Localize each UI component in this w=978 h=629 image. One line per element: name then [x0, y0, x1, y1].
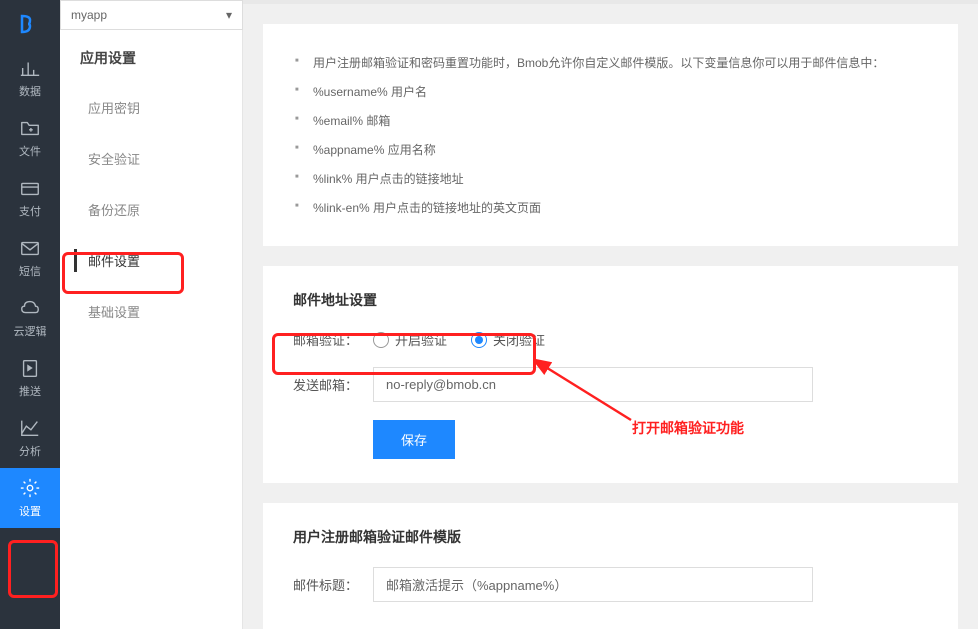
chevron-down-icon: ▾: [226, 8, 232, 22]
gear-icon: [19, 477, 41, 499]
section-title: 用户注册邮箱验证邮件模版: [293, 527, 928, 547]
brand-logo: [0, 0, 60, 48]
nav-label: 支付: [19, 203, 41, 219]
nav-analytics[interactable]: 分析: [0, 408, 60, 468]
nav-label: 设置: [19, 503, 41, 519]
info-line: %appname% 应用名称: [313, 135, 928, 164]
info-line: %username% 用户名: [313, 77, 928, 106]
info-panel: 用户注册邮箱验证和密码重置功能时，Bmob允许你自定义邮件模版。以下变量信息你可…: [263, 24, 958, 246]
nav-data[interactable]: 数据: [0, 48, 60, 108]
nav-label: 数据: [19, 83, 41, 99]
save-button[interactable]: 保存: [373, 420, 455, 459]
info-line: 用户注册邮箱验证和密码重置功能时，Bmob允许你自定义邮件模版。以下变量信息你可…: [313, 48, 928, 77]
nav-push[interactable]: 推送: [0, 348, 60, 408]
template-panel: 用户注册邮箱验证邮件模版 邮件标题：: [263, 503, 958, 629]
send-icon: [19, 357, 41, 379]
radio-enable-verify[interactable]: 开启验证: [373, 330, 447, 349]
verify-label: 邮箱验证：: [293, 330, 373, 349]
nav-label: 推送: [19, 383, 41, 399]
nav-label: 文件: [19, 143, 41, 159]
section-title: 邮件地址设置: [293, 290, 928, 310]
menu-basic-settings[interactable]: 基础设置: [60, 286, 242, 337]
radio-disable-verify[interactable]: 关闭验证: [471, 330, 545, 349]
menu-email-settings[interactable]: 邮件设置: [60, 235, 242, 286]
menu-security[interactable]: 安全验证: [60, 133, 242, 184]
envelope-icon: [19, 237, 41, 259]
card-icon: [19, 177, 41, 199]
cloud-icon: [19, 297, 41, 319]
send-email-input[interactable]: [373, 367, 813, 402]
email-settings-panel: 邮件地址设置 邮箱验证： 开启验证 关闭验证 发送邮箱：: [263, 266, 958, 483]
menu-backup[interactable]: 备份还原: [60, 184, 242, 235]
line-chart-icon: [19, 417, 41, 439]
nav-cloud[interactable]: 云逻辑: [0, 288, 60, 348]
nav-label: 分析: [19, 443, 41, 459]
info-line: %link% 用户点击的链接地址: [313, 164, 928, 193]
nav-label: 短信: [19, 263, 41, 279]
app-selector[interactable]: myapp ▾: [60, 0, 243, 30]
radio-label: 关闭验证: [493, 330, 545, 349]
info-line: %email% 邮箱: [313, 106, 928, 135]
radio-icon: [373, 332, 389, 348]
menu-sidebar: 应用设置 应用密钥 安全验证 备份还原 邮件设置 基础设置: [60, 0, 243, 629]
menu-title: 应用设置: [60, 30, 242, 82]
menu-app-key[interactable]: 应用密钥: [60, 82, 242, 133]
app-selector-value: myapp: [71, 8, 107, 22]
send-email-label: 发送邮箱：: [293, 375, 373, 394]
radio-icon: [471, 332, 487, 348]
nav-label: 云逻辑: [14, 323, 47, 339]
main-content: 用户注册邮箱验证和密码重置功能时，Bmob允许你自定义邮件模版。以下变量信息你可…: [243, 0, 978, 629]
nav-settings[interactable]: 设置: [0, 468, 60, 528]
info-line: %link-en% 用户点击的链接地址的英文页面: [313, 193, 928, 222]
nav-files[interactable]: 文件: [0, 108, 60, 168]
icon-sidebar: 数据 文件 支付 短信 云逻辑 推送 分析 设置: [0, 0, 60, 629]
nav-payment[interactable]: 支付: [0, 168, 60, 228]
subject-input[interactable]: [373, 567, 813, 602]
subject-label: 邮件标题：: [293, 575, 373, 594]
chart-bar-icon: [19, 57, 41, 79]
radio-label: 开启验证: [395, 330, 447, 349]
folder-icon: [19, 117, 41, 139]
verify-radio-group: 开启验证 关闭验证: [373, 330, 545, 349]
nav-sms[interactable]: 短信: [0, 228, 60, 288]
